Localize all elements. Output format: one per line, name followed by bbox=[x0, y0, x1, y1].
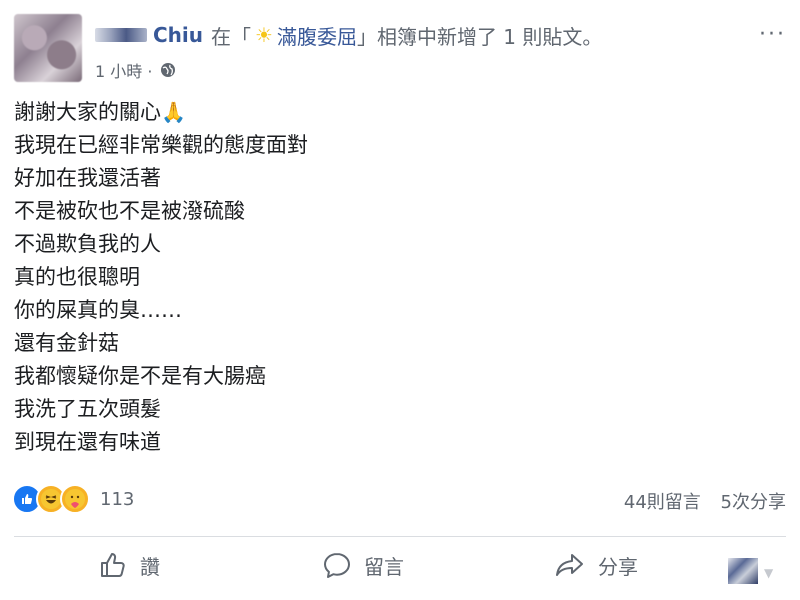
action-bar: 讚 留言 分享 ▼ bbox=[0, 544, 800, 596]
album-prefix: 在「 bbox=[211, 24, 252, 49]
sun-icon: ☀ bbox=[255, 23, 273, 47]
care-reaction-icon bbox=[60, 484, 90, 514]
author-line: Chiu 在「 ☀ 滿腹委屈 」相簿中新增了 1 則貼文。 bbox=[95, 20, 602, 50]
author-avatar[interactable] bbox=[14, 14, 82, 82]
post-line: 我現在已經非常樂觀的態度面對 bbox=[14, 133, 308, 157]
shares-count[interactable]: 5次分享 bbox=[721, 492, 786, 513]
author-name[interactable]: Chiu bbox=[153, 23, 203, 47]
post-meta: 1 小時 · bbox=[95, 58, 176, 82]
pray-emoji: 🙏 bbox=[161, 100, 186, 124]
post-time[interactable]: 1 小時 · bbox=[95, 58, 152, 82]
thumbs-up-icon bbox=[101, 553, 125, 577]
globe-icon bbox=[161, 63, 176, 77]
post-line: 好加在我還活著 bbox=[14, 166, 161, 190]
post-as-avatar[interactable] bbox=[728, 558, 758, 584]
post-line: 到現在還有味道 bbox=[14, 430, 161, 454]
post-line: 你的屎真的臭…… bbox=[14, 298, 182, 322]
reaction-count: 113 bbox=[100, 488, 135, 510]
post-line: 謝謝大家的關心🙏 bbox=[14, 100, 186, 124]
comments-count[interactable]: 44則留言 bbox=[624, 492, 701, 513]
divider bbox=[14, 536, 786, 537]
like-label: 讚 bbox=[140, 554, 160, 579]
comment-icon bbox=[324, 553, 350, 578]
post-line: 不是被砍也不是被潑硫酸 bbox=[14, 199, 245, 223]
post-header: Chiu 在「 ☀ 滿腹委屈 」相簿中新增了 1 則貼文。 1 小時 · ··· bbox=[0, 0, 800, 90]
blurred-name bbox=[95, 28, 147, 42]
chevron-down-icon[interactable]: ▼ bbox=[764, 566, 773, 580]
post-line: 我洗了五次頭髮 bbox=[14, 397, 161, 421]
post-line: 我都懷疑你是不是有大腸癌 bbox=[14, 364, 266, 388]
post-line: 還有金針菇 bbox=[14, 331, 119, 355]
post-body: 謝謝大家的關心🙏 我現在已經非常樂觀的態度面對 好加在我還活著 不是被砍也不是被… bbox=[14, 96, 774, 459]
share-button[interactable]: 分享 bbox=[554, 550, 638, 580]
share-label: 分享 bbox=[598, 554, 638, 579]
more-options-button[interactable]: ··· bbox=[759, 22, 786, 47]
album-link[interactable]: 滿腹委屈 bbox=[277, 21, 357, 50]
comment-button[interactable]: 留言 bbox=[322, 550, 404, 580]
engagement-counts: 44則留言 5次分享 bbox=[610, 488, 786, 514]
share-icon bbox=[556, 554, 583, 576]
post-line: 不過欺負我的人 bbox=[14, 232, 161, 256]
reactions-summary[interactable]: 113 bbox=[12, 484, 134, 514]
like-button[interactable]: 讚 bbox=[98, 550, 160, 580]
album-suffix: 」相簿中新增了 1 則貼文。 bbox=[356, 24, 603, 49]
post-line: 真的也很聰明 bbox=[14, 265, 140, 289]
comment-label: 留言 bbox=[364, 554, 404, 579]
